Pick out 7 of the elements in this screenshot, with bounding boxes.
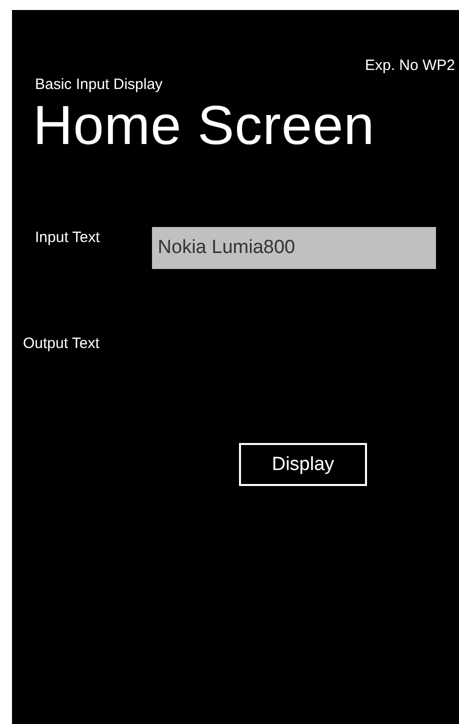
page-title: Home Screen xyxy=(33,93,376,157)
app-title: Basic Input Display xyxy=(35,76,164,93)
output-label: Output Text xyxy=(23,335,100,352)
input-label: Input Text xyxy=(35,229,100,246)
display-button[interactable]: Display xyxy=(239,443,367,486)
experiment-number: Exp. No WP2 xyxy=(364,57,455,74)
input-field[interactable]: Nokia Lumia800 xyxy=(152,227,436,269)
